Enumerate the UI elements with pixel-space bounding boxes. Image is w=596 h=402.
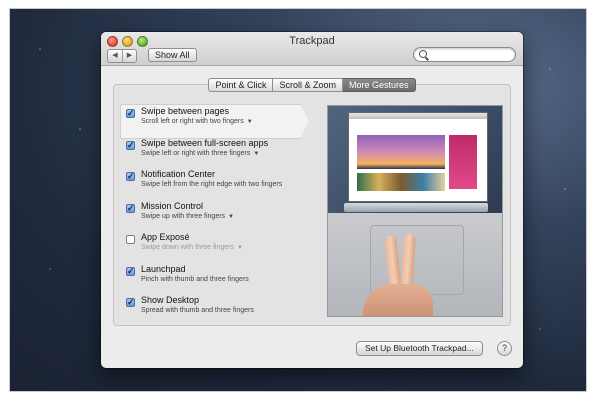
preview-photo-strip	[357, 173, 445, 191]
gesture-item-launchpad[interactable]: ✓ Launchpad Pinch with thumb and three f…	[124, 264, 315, 296]
gesture-subtitle: Swipe left from the right edge with two …	[141, 181, 283, 188]
search-icon	[419, 50, 427, 58]
gesture-subtitle: Swipe up with three fingers	[141, 212, 226, 220]
window-title: Trackpad	[289, 35, 335, 47]
gesture-option-popup[interactable]: Scroll left or right with two fingers ▼	[141, 117, 315, 127]
preview-screen	[328, 106, 502, 213]
tab-bar: Point & Click Scroll & Zoom More Gesture…	[101, 78, 523, 92]
gesture-subtitle: Pinch with thumb and three fingers	[141, 275, 249, 283]
gesture-list: ✓ Swipe between pages Scroll left or rig…	[120, 104, 315, 327]
tab-scroll-zoom[interactable]: Scroll & Zoom	[273, 78, 343, 92]
gesture-option-popup[interactable]: Swipe up with three fingers ▼	[141, 212, 315, 222]
gesture-preview-video	[327, 105, 503, 317]
help-button[interactable]: ?	[497, 341, 512, 356]
swipe-between-pages-checkbox[interactable]: ✓	[126, 109, 135, 118]
gestures-panel: ✓ Swipe between pages Scroll left or rig…	[113, 84, 511, 326]
app-expose-checkbox[interactable]	[126, 235, 135, 244]
preferences-window: Trackpad ◀ ▶ Show All Point & Click Scro…	[101, 32, 523, 368]
gesture-item-show-desktop[interactable]: ✓ Show Desktop Spread with thumb and thr…	[124, 295, 315, 327]
launchpad-checkbox[interactable]: ✓	[126, 266, 135, 276]
gesture-title: Swipe between full-screen apps	[141, 137, 269, 148]
preview-dock	[344, 203, 488, 212]
notification-center-checkbox[interactable]: ✓	[126, 172, 135, 181]
show-desktop-checkbox[interactable]: ✓	[126, 298, 135, 307]
hand-illustration	[363, 233, 433, 316]
gesture-item-swipe-between-fullscreen-apps[interactable]: ✓ Swipe between full-screen apps Swipe l…	[124, 138, 315, 170]
chevron-down-icon: ▼	[246, 119, 253, 125]
gesture-title: Notification Center	[141, 169, 216, 179]
gesture-option-popup: Swipe down with three fingers ▼	[141, 243, 315, 253]
gesture-option-popup[interactable]: Swipe left or right with three fingers ▼	[141, 149, 315, 159]
gesture-title: Mission Control	[141, 200, 204, 211]
preview-hero-image	[357, 135, 445, 169]
preview-browser-window	[348, 112, 488, 202]
footer: Set Up Bluetooth Trackpad... ?	[101, 338, 523, 360]
title-bar[interactable]: Trackpad ◀ ▶ Show All	[101, 32, 523, 66]
gesture-subtitle: Swipe left or right with three fingers	[141, 149, 251, 157]
swipe-between-fullscreen-apps-checkbox[interactable]: ✓	[126, 140, 135, 150]
preview-ad-image	[449, 135, 477, 189]
tab-point-click[interactable]: Point & Click	[208, 78, 274, 92]
gesture-subtitle: Swipe down with three fingers	[141, 244, 234, 251]
back-button[interactable]: ◀	[108, 50, 122, 62]
gesture-item-mission-control[interactable]: ✓ Mission Control Swipe up with three fi…	[124, 201, 315, 233]
mission-control-checkbox[interactable]: ✓	[126, 203, 135, 213]
setup-bluetooth-trackpad-button[interactable]: Set Up Bluetooth Trackpad...	[356, 341, 483, 356]
show-all-button[interactable]: Show All	[148, 48, 197, 62]
gesture-item-notification-center[interactable]: ✓ Notification Center Swipe left from th…	[124, 169, 315, 201]
tab-more-gestures[interactable]: More Gestures	[343, 78, 416, 92]
chevron-down-icon: ▼	[237, 245, 243, 251]
desktop-background: Trackpad ◀ ▶ Show All Point & Click Scro…	[9, 8, 587, 392]
gesture-item-app-expose[interactable]: App Exposé Swipe down with three fingers…	[124, 232, 315, 264]
gesture-title: Launchpad	[141, 263, 186, 274]
forward-button[interactable]: ▶	[122, 50, 136, 62]
gesture-title: Show Desktop	[141, 295, 200, 305]
gesture-title: Swipe between pages	[141, 106, 230, 116]
gesture-subtitle: Spread with thumb and three fingers	[141, 307, 254, 314]
gesture-item-swipe-between-pages[interactable]: ✓ Swipe between pages Scroll left or rig…	[120, 104, 315, 139]
chevron-down-icon: ▼	[228, 213, 234, 220]
search-input[interactable]	[413, 47, 516, 62]
chevron-down-icon: ▼	[253, 150, 260, 157]
gesture-subtitle: Scroll left or right with two fingers	[141, 118, 244, 125]
history-nav: ◀ ▶	[107, 49, 137, 63]
gesture-title: App Exposé	[141, 232, 190, 242]
